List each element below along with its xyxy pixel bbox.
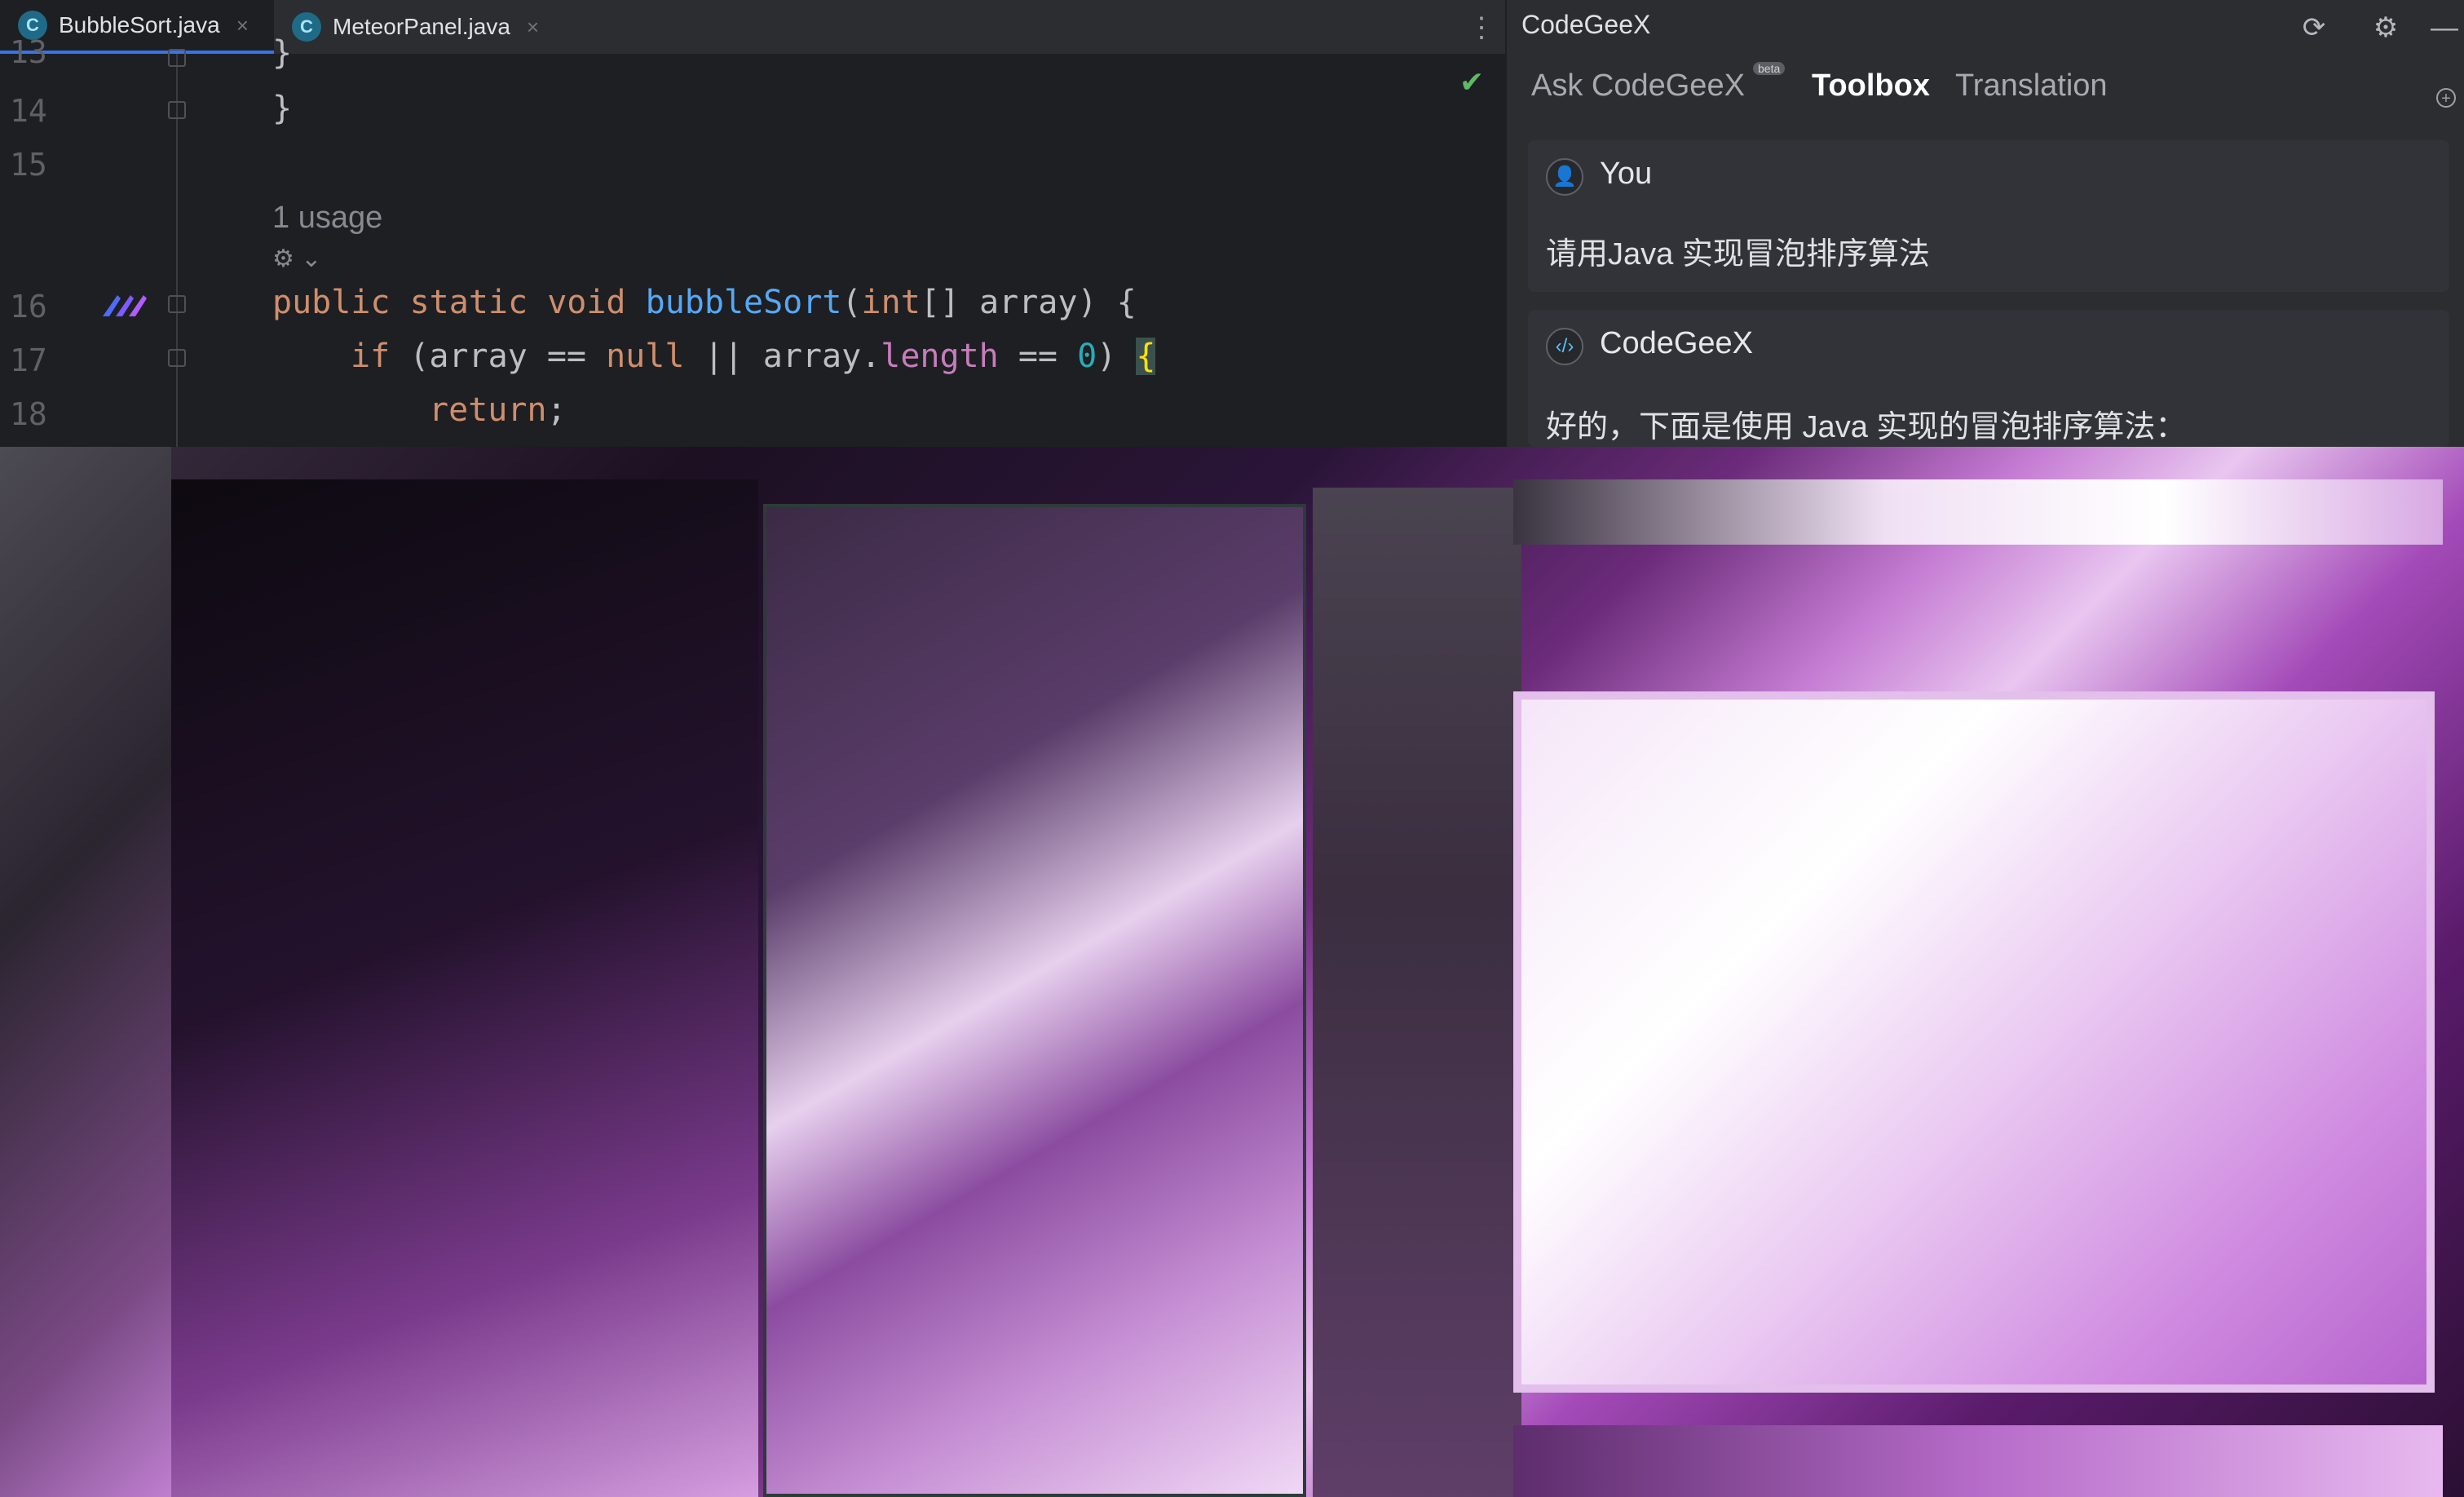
fold-marker-icon[interactable] xyxy=(168,101,186,119)
java-class-icon: C xyxy=(292,12,321,42)
code-line-16[interactable]: public static void bubbleSort(int[] arra… xyxy=(272,284,1137,321)
line-number: 13 xyxy=(10,34,47,70)
user-avatar-icon: 👤 xyxy=(1546,158,1583,196)
glitch-block xyxy=(1313,488,1521,1497)
token-text: ) xyxy=(1097,338,1137,375)
token-text: [] array) { xyxy=(920,284,1137,321)
token-keyword: public xyxy=(272,284,391,321)
line-number: 15 xyxy=(10,147,47,183)
panel-title: CodeGeeX xyxy=(1521,10,1651,39)
fold-marker-icon[interactable] xyxy=(168,295,186,313)
glitch-block xyxy=(0,447,171,1497)
token-text: (array == xyxy=(390,338,607,375)
codegeex-avatar-icon: ‹/› xyxy=(1546,328,1583,365)
gear-icon[interactable]: ⚙ xyxy=(2369,11,2402,44)
token-field: length xyxy=(881,338,999,375)
glitch-block xyxy=(1513,1425,2443,1497)
message-text[interactable]: 请用Java 实现冒泡排序算法 xyxy=(1546,228,1930,273)
line-number: 16 xyxy=(10,289,47,325)
code-line-13[interactable]: } xyxy=(272,34,292,72)
message-sender: CodeGeeX xyxy=(1600,326,1754,360)
token-number: 0 xyxy=(1077,338,1097,375)
glitch-block xyxy=(1513,479,2443,545)
token-text: ; xyxy=(546,391,567,429)
close-icon[interactable]: × xyxy=(236,13,249,38)
token-brace-highlight: { xyxy=(1136,338,1156,375)
glitched-screen-region xyxy=(0,447,2464,1497)
token-keyword: int xyxy=(861,284,921,321)
glitch-block xyxy=(1513,691,2435,1393)
token-keyword: return xyxy=(429,391,547,429)
token-text: || array. xyxy=(684,338,881,375)
close-icon[interactable]: × xyxy=(527,15,539,40)
line-number: 18 xyxy=(10,396,47,432)
token-function: bubbleSort xyxy=(645,284,842,321)
token-keyword: if xyxy=(351,338,391,375)
tab-toolbox[interactable]: Toolbox xyxy=(1812,68,1930,104)
more-vertical-icon[interactable]: ⋮ xyxy=(1468,11,1495,44)
usage-hint[interactable]: 1 usage xyxy=(272,201,382,236)
chat-message-assistant: ‹/› CodeGeeX 好的，下面是使用 Java 实现的冒泡排序算法： xyxy=(1528,310,2449,447)
chat-message-user: 👤 You 请用Java 实现冒泡排序算法 xyxy=(1528,140,2449,292)
line-number: 17 xyxy=(10,342,47,378)
glitch-block xyxy=(763,504,1306,1497)
token-keyword: null xyxy=(606,338,685,375)
beta-badge: beta xyxy=(1753,62,1786,75)
token-keyword: void xyxy=(547,284,626,321)
tab-translation[interactable]: Translation xyxy=(1955,68,2108,104)
codegeex-panel: CodeGeeX ⟳ ⚙ — Ask CodeGeeX beta Toolbox… xyxy=(1505,0,2464,447)
code-line-18[interactable]: return; xyxy=(429,391,567,429)
message-text[interactable]: 好的，下面是使用 Java 实现的冒泡排序算法： xyxy=(1546,401,2186,446)
tab-label: BubbleSort.java xyxy=(59,12,220,38)
message-sender: You xyxy=(1600,157,1653,191)
add-icon[interactable]: + xyxy=(2436,88,2456,108)
checkmark-icon: ✔ xyxy=(1459,65,1485,99)
line-number: 14 xyxy=(10,93,47,129)
editor-tab-bar: C BubbleSort.java × C MeteorPanel.java ×… xyxy=(0,0,1505,55)
token-text: == xyxy=(998,338,1078,375)
inlay-tool-icon[interactable]: ⚙ ⌄ xyxy=(272,245,321,273)
code-line-14[interactable]: } xyxy=(272,90,292,127)
fold-marker-icon[interactable] xyxy=(168,49,186,67)
fold-marker-icon[interactable] xyxy=(168,349,186,367)
codegeex-gutter-icon[interactable] xyxy=(99,289,148,321)
tab-meteorpanel-java[interactable]: C MeteorPanel.java × xyxy=(274,0,569,54)
tab-ask-codegeex[interactable]: Ask CodeGeeX xyxy=(1531,68,1745,104)
tab-label: MeteorPanel.java xyxy=(333,14,510,39)
code-line-17[interactable]: if (array == null || array.length == 0) … xyxy=(351,338,1156,375)
refresh-icon[interactable]: ⟳ xyxy=(2298,11,2330,44)
glitch-block xyxy=(171,479,758,1497)
token-keyword: static xyxy=(409,284,528,321)
minimize-icon[interactable]: — xyxy=(2428,11,2461,44)
